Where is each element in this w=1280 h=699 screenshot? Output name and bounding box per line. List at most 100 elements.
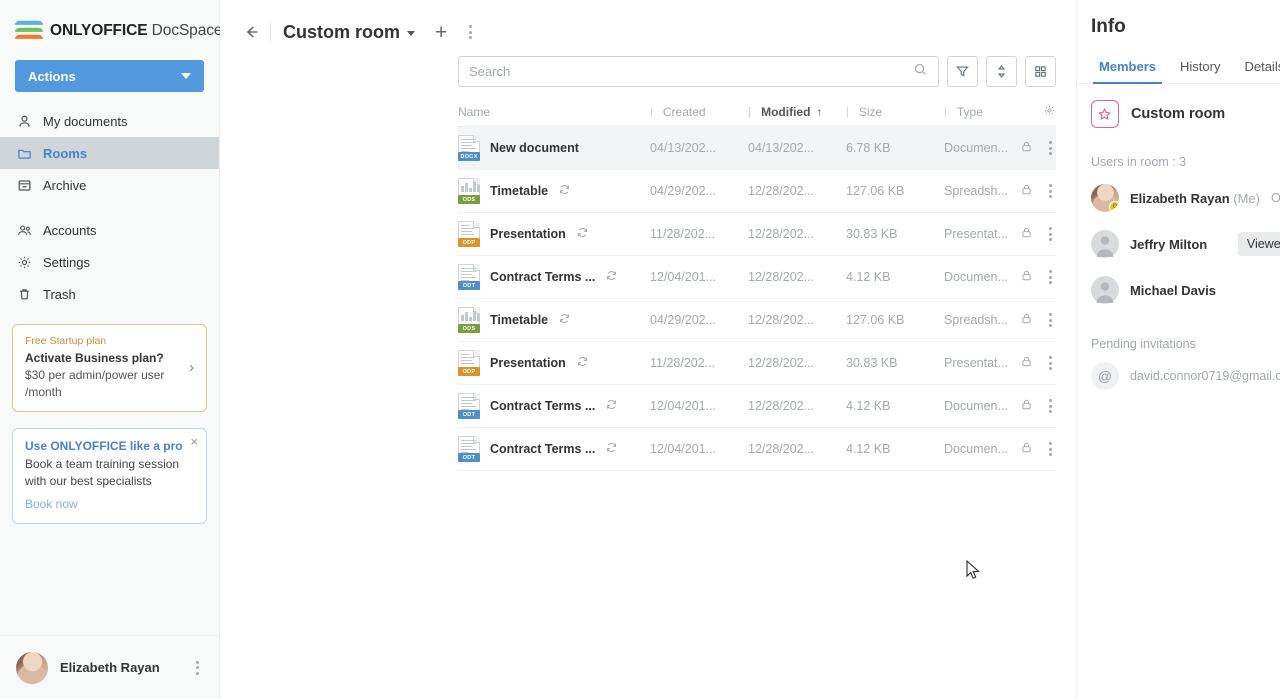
file-list: DOCX New document 04/13/202... 04/13/202...… [458, 127, 1056, 471]
avatar[interactable] [1090, 276, 1119, 304]
file-size: 30.83 KB [846, 227, 898, 241]
back-button[interactable] [238, 19, 264, 45]
column-header-size[interactable]: | Size [846, 105, 944, 119]
sort-button[interactable] [985, 56, 1017, 87]
file-context-menu-button[interactable] [1045, 395, 1056, 417]
table-row[interactable]: ODT Contract Terms ... 12/04/201... 12/28/2… [458, 428, 1056, 471]
member-role-dropdown-button[interactable]: Viewer [1237, 232, 1280, 256]
sync-icon [558, 312, 571, 328]
page-title[interactable]: Custom room [283, 22, 400, 43]
lock-icon[interactable] [1020, 226, 1033, 242]
table-row[interactable]: ODT Contract Terms ... 12/04/201... 12/28/2… [458, 385, 1056, 428]
column-divider: | [846, 105, 849, 118]
file-context-menu-button[interactable] [1045, 223, 1056, 245]
file-name-cell[interactable]: ODT Contract Terms ... [458, 264, 650, 290]
file-name-cell[interactable]: DOCX New document [458, 135, 650, 161]
column-header-type[interactable]: | Type [944, 105, 1043, 119]
sidebar-item-trash[interactable]: Trash [0, 278, 219, 310]
sidebar-item-archive[interactable]: Archive [0, 169, 219, 201]
close-icon[interactable]: × [190, 435, 198, 448]
column-settings-icon[interactable] [1043, 104, 1056, 120]
column-header-created[interactable]: | Created [650, 105, 748, 119]
file-modified: 12/28/202... [748, 184, 815, 198]
lock-icon[interactable] [1020, 183, 1033, 199]
search-icon[interactable] [913, 62, 928, 82]
avatar[interactable]: O [1090, 184, 1119, 212]
search-input[interactable] [469, 64, 913, 79]
info-tabs: Members History Details [1076, 52, 1280, 84]
member-row[interactable]: Michael Davis [1077, 269, 1280, 311]
search-box[interactable] [458, 56, 939, 87]
file-context-menu-button[interactable] [1045, 352, 1056, 374]
file-modified: 12/28/202... [748, 356, 815, 370]
file-name-cell[interactable]: ODS Timetable [458, 178, 650, 204]
chevron-down-icon[interactable] [407, 31, 415, 36]
promo-eyebrow: Free Startup plan [25, 335, 107, 347]
sidebar-item-my-documents[interactable]: My documents [0, 105, 219, 137]
tab-details[interactable]: Details [1232, 52, 1280, 83]
file-name-cell[interactable]: ODT Contract Terms ... [458, 436, 650, 462]
custom-room-star-icon [1090, 100, 1119, 128]
sidebar-item-rooms[interactable]: Rooms [0, 137, 219, 169]
file-name-cell[interactable]: ODP Presentation [458, 350, 650, 376]
sidebar-profile[interactable]: Elizabeth Rayan [0, 635, 219, 699]
lock-icon[interactable] [1020, 398, 1033, 414]
lock-icon[interactable] [1020, 269, 1033, 285]
table-row[interactable]: ODS Timetable 04/29/202... 12/28/202... 127.… [458, 170, 1056, 213]
column-header-name[interactable]: Name [458, 105, 650, 119]
file-context-menu-button[interactable] [1045, 309, 1056, 331]
main-header: Custom room + [220, 0, 1076, 48]
add-new-button[interactable]: + [435, 22, 447, 43]
file-type: Presentat... [944, 356, 1008, 370]
chevron-right-icon[interactable]: › [187, 359, 194, 376]
lock-icon[interactable] [1020, 140, 1033, 156]
user-document-icon [16, 113, 32, 129]
tab-members[interactable]: Members [1087, 52, 1168, 84]
file-created: 12/04/201... [650, 442, 717, 456]
lock-icon[interactable] [1020, 441, 1033, 457]
column-label: Modified [761, 104, 811, 119]
table-row[interactable]: ODT Contract Terms ... 12/04/201... 12/28/2… [458, 256, 1056, 299]
file-name-cell[interactable]: ODP Presentation [458, 221, 650, 247]
sidebar-item-settings[interactable]: Settings [0, 246, 219, 278]
file-context-menu-button[interactable] [1045, 137, 1056, 159]
file-name-cell[interactable]: ODS Timetable [458, 307, 650, 333]
column-divider: | [748, 105, 752, 118]
file-type: Presentat... [944, 227, 1008, 241]
member-row[interactable]: Jeffry Milton Viewer [1077, 223, 1280, 265]
owner-badge-icon: O [1108, 201, 1119, 212]
file-name-cell[interactable]: ODT Contract Terms ... [458, 393, 650, 419]
column-label: Name [458, 104, 491, 119]
file-type-icon: ODT [458, 393, 480, 419]
lock-icon[interactable] [1020, 312, 1033, 328]
file-context-menu-button[interactable] [1045, 438, 1056, 460]
filter-button[interactable] [946, 56, 978, 87]
promo-business-plan[interactable]: Free Startup plan Activate Business plan… [12, 324, 207, 412]
file-modified: 04/13/202... [748, 141, 815, 155]
sidebar-item-label: Trash [43, 286, 76, 302]
view-toggle-button[interactable] [1024, 56, 1056, 87]
table-row[interactable]: DOCX New document 04/13/202... 04/13/202...… [458, 127, 1056, 170]
sidebar-item-accounts[interactable]: Accounts [0, 214, 219, 246]
avatar[interactable] [1090, 230, 1119, 258]
member-role: Owner [1270, 191, 1280, 205]
table-row[interactable]: ODP Presentation 11/28/202... 12/28/202... 3… [458, 213, 1056, 256]
member-row[interactable]: O Elizabeth Rayan (Me) Owner [1077, 177, 1280, 219]
column-header-modified[interactable]: | Modified ↑ [748, 105, 846, 119]
room-context-menu-button[interactable] [465, 21, 476, 43]
avatar[interactable] [16, 651, 48, 684]
file-actions [1008, 223, 1056, 245]
book-now-link[interactable]: Book now [25, 497, 78, 511]
file-type-icon: ODP [458, 221, 480, 247]
pending-invitation-row[interactable]: @ david.connor0719@gmail.com [1077, 355, 1280, 397]
file-context-menu-button[interactable] [1045, 180, 1056, 202]
gear-icon [16, 254, 32, 270]
table-row[interactable]: ODP Presentation 11/28/202... 12/28/202... 3… [458, 342, 1056, 385]
lock-icon[interactable] [1020, 355, 1033, 371]
tab-history[interactable]: History [1168, 52, 1232, 83]
file-context-menu-button[interactable] [1045, 266, 1056, 288]
profile-menu-button[interactable] [192, 657, 203, 679]
brand-logo[interactable]: ONLYOFFICE DocSpace [0, 0, 222, 46]
actions-button[interactable]: Actions [15, 60, 204, 92]
table-row[interactable]: ODS Timetable 04/29/202... 12/28/202... 127.… [458, 299, 1056, 342]
